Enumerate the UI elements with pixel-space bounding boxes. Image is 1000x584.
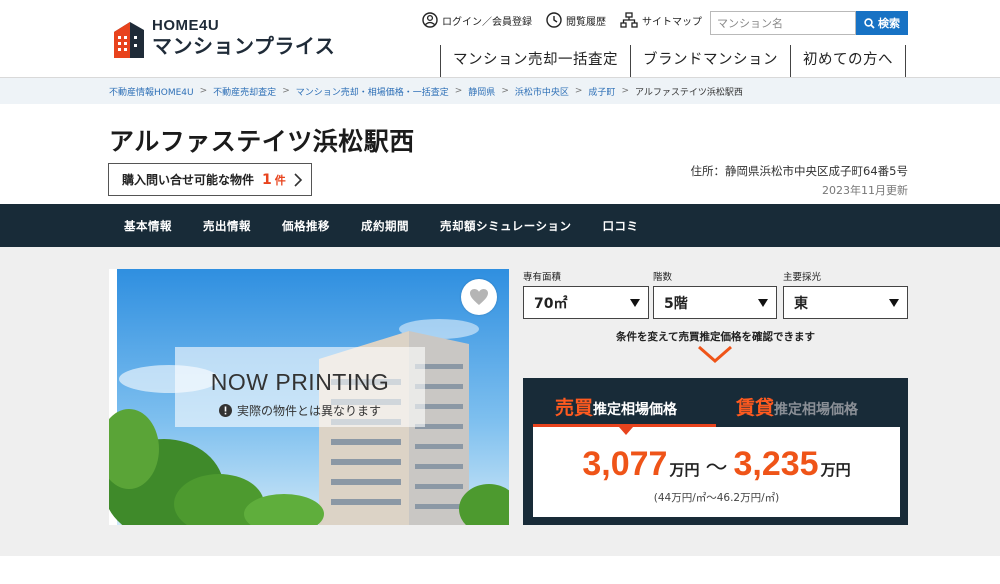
breadcrumb: 不動産情報HOME4U > 不動産売却査定 > マンション売却・相場価格・一括査定 >… — [0, 78, 1000, 104]
floor-select[interactable]: 5階 — [653, 286, 777, 319]
direction-select[interactable]: 東 — [783, 286, 908, 319]
area-select[interactable]: 70㎡ — [523, 286, 649, 319]
building-logo-icon — [110, 18, 146, 60]
direction-value: 東 — [794, 295, 808, 312]
tab-reviews[interactable]: 口コミ — [603, 218, 639, 234]
inquiry-count: 1 — [262, 171, 272, 188]
history-label: 閲覧履歴 — [566, 16, 606, 28]
inquiry-unit: 件 — [274, 173, 286, 187]
breadcrumb-current: アルファステイツ浜松駅西 — [634, 87, 743, 98]
sitemap-icon — [620, 12, 638, 28]
price-display: 3,077 万円～ 3,235 万円 (44万円/㎡～46.2万円/㎡) — [533, 427, 900, 517]
tab-rent-price[interactable]: 賃貸推定相場価格 — [736, 393, 858, 420]
now-printing-overlay: NOW PRINTING 実際の物件とは異なります — [175, 347, 425, 427]
tab-contract-period[interactable]: 成約期間 — [361, 218, 409, 234]
search-form: 検索 — [710, 11, 908, 35]
floor-selector-group: 階数 5階 — [653, 269, 777, 319]
history-link[interactable]: 閲覧履歴 — [546, 12, 606, 28]
chevron-down-icon — [698, 345, 732, 363]
search-button-label: 検索 — [878, 17, 900, 30]
chevron-right-icon — [294, 173, 303, 187]
condition-hint: 条件を変えて売買推定価格を確認できます — [616, 331, 815, 343]
heart-icon — [470, 289, 488, 305]
dropdown-arrow-icon — [630, 298, 640, 307]
tab-sale-simulation[interactable]: 売却額シミュレーション — [440, 218, 572, 234]
breadcrumb-separator: > — [199, 86, 208, 96]
price-low-unit: 万円 — [669, 461, 700, 479]
sitemap-label: サイトマップ — [642, 16, 702, 28]
property-header: アルファステイツ浜松駅西 購入問い合せ可能な物件 1 件 住所：静岡県浜松市中央… — [0, 104, 1000, 204]
search-input[interactable] — [710, 11, 856, 35]
breadcrumb-separator: > — [282, 86, 290, 96]
rent-tab-strong: 賃貸 — [736, 397, 775, 419]
section-tabs: 基本情報 売出情報 価格推移 成約期間 売却額シミュレーション 口コミ — [0, 204, 1000, 247]
logo-bottom-text: マンションプライス — [152, 36, 336, 58]
breadcrumb-item[interactable]: 静岡県 — [468, 85, 495, 98]
floor-label: 階数 — [653, 272, 673, 283]
tab-pointer-icon — [619, 427, 633, 435]
gnav-brand-mansion[interactable]: ブランドマンション — [630, 45, 790, 77]
site-logo[interactable]: HOME4U マンションプライス — [110, 18, 335, 60]
breadcrumb-separator: > — [621, 86, 629, 96]
page-title: アルファステイツ浜松駅西 — [109, 127, 415, 156]
tab-sale-price[interactable]: 売買推定相場価格 — [555, 393, 677, 420]
sale-tab-strong: 売買 — [555, 397, 594, 419]
floor-value: 5階 — [664, 295, 688, 312]
tab-basic-info[interactable]: 基本情報 — [124, 218, 172, 234]
breadcrumb-separator: > — [501, 86, 509, 96]
gnav-sell-assessment[interactable]: マンション売却一括査定 — [440, 45, 630, 77]
price-tilde: ～ — [705, 456, 728, 481]
inquiry-label: 購入問い合せ可能な物件 — [122, 173, 255, 187]
login-label: ログイン／会員登録 — [442, 16, 532, 28]
area-value: 70㎡ — [534, 295, 568, 312]
sale-tab-rest: 推定相場価格 — [593, 402, 678, 418]
breadcrumb-item[interactable]: 成子町 — [588, 85, 615, 98]
breadcrumb-separator: > — [574, 86, 583, 96]
breadcrumb-separator: > — [454, 86, 463, 96]
area-label: 専有面積 — [523, 272, 562, 283]
property-address: 住所：静岡県浜松市中央区成子町64番5号 — [690, 164, 908, 178]
user-icon — [422, 12, 438, 28]
direction-selector-group: 主要採光 東 — [783, 269, 908, 319]
gnav-first-time[interactable]: 初めての方へ — [790, 45, 906, 77]
breadcrumb-item[interactable]: 不動産売却査定 — [213, 85, 276, 98]
favorite-button[interactable] — [461, 279, 497, 315]
price-low: 3,077 — [582, 445, 668, 483]
breadcrumb-item[interactable]: 不動産情報HOME4U — [109, 85, 194, 98]
global-nav: マンション売却一括査定 ブランドマンション 初めての方へ — [440, 45, 906, 78]
now-printing-subtitle: 実際の物件とは異なります — [236, 404, 381, 418]
utility-links: ログイン／会員登録 閲覧履歴 サイトマップ — [422, 12, 702, 28]
sitemap-link[interactable]: サイトマップ — [620, 12, 702, 28]
area-selector-group: 専有面積 70㎡ — [523, 269, 649, 319]
updated-date: 2023年11月更新 — [822, 184, 908, 197]
price-range: 3,077 万円～ 3,235 万円 — [533, 445, 900, 484]
price-high-unit: 万円 — [820, 461, 851, 479]
price-estimate-panel: 売買推定相場価格 賃貸推定相場価格 3,077 万円～ 3,235 万円 (44万円/… — [523, 378, 908, 525]
main-content: NOW PRINTING 実際の物件とは異なります 専有面積 70㎡ 階数 5階… — [0, 247, 1000, 556]
breadcrumb-item[interactable]: マンション売却・相場価格・一括査定 — [296, 85, 449, 98]
search-button[interactable]: 検索 — [856, 11, 908, 35]
direction-label: 主要採光 — [783, 272, 822, 283]
price-per-sqm: (44万円/㎡～46.2万円/㎡) — [653, 492, 780, 504]
dropdown-arrow-icon — [758, 298, 768, 307]
search-icon — [864, 17, 875, 29]
logo-top-text: HOME4U — [152, 17, 220, 34]
price-high: 3,235 — [733, 445, 819, 483]
price-tabs: 売買推定相場価格 賃貸推定相場価格 — [523, 378, 908, 427]
tab-listings[interactable]: 売出情報 — [203, 218, 251, 234]
tab-price-trend[interactable]: 価格推移 — [282, 218, 330, 234]
dropdown-arrow-icon — [889, 298, 899, 307]
now-printing-note: 実際の物件とは異なります — [175, 402, 425, 419]
clock-icon — [546, 12, 562, 28]
login-link[interactable]: ログイン／会員登録 — [422, 12, 532, 28]
now-printing-title: NOW PRINTING — [210, 369, 390, 395]
rent-tab-rest: 推定相場価格 — [774, 402, 859, 418]
inquiry-button[interactable]: 購入問い合せ可能な物件 1 件 — [108, 163, 312, 196]
alert-icon — [218, 404, 232, 417]
site-header: HOME4U マンションプライス ログイン／会員登録 閲覧履歴 サイトマップ 検… — [0, 0, 1000, 78]
breadcrumb-item[interactable]: 浜松市中央区 — [515, 85, 569, 98]
